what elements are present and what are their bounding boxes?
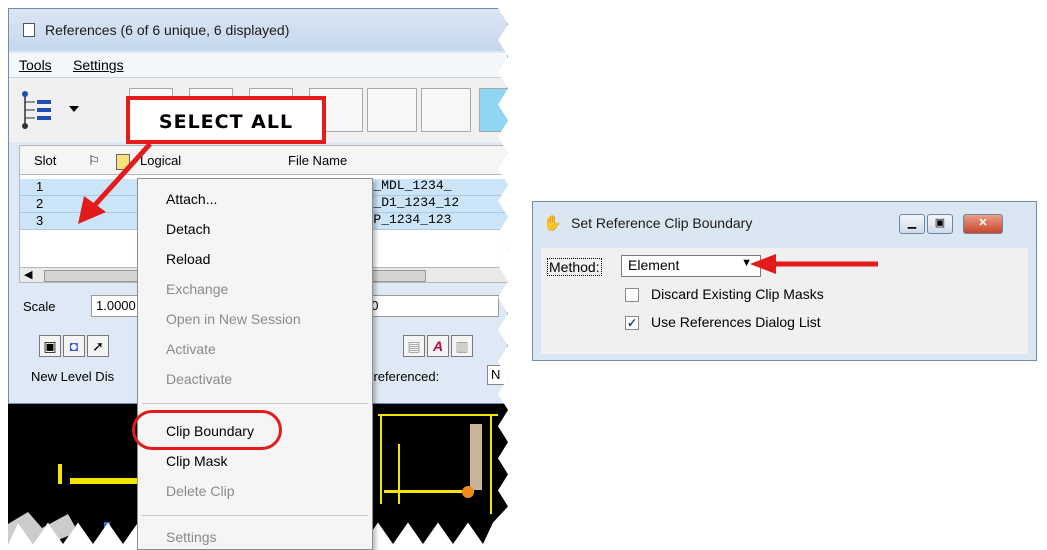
use-references-list-label: Use References Dialog List bbox=[651, 314, 821, 330]
menu-item-clip-mask[interactable]: Clip Mask bbox=[166, 453, 227, 469]
scale-label: Scale bbox=[23, 299, 56, 314]
hand-icon: ✋ bbox=[543, 215, 562, 232]
references-titlebar[interactable]: References (6 of 6 unique, 6 displayed) bbox=[9, 9, 507, 51]
menu-separator bbox=[142, 515, 368, 516]
menu-tools[interactable]: Tools bbox=[19, 57, 52, 73]
row-slot: 3 bbox=[36, 213, 44, 228]
menu-item-open-new-session[interactable]: Open in New Session bbox=[166, 311, 301, 327]
menu-item-delete-clip[interactable]: Delete Clip bbox=[166, 483, 234, 499]
tree-list-icon[interactable] bbox=[17, 88, 87, 132]
scale-input-2[interactable]: 00 bbox=[359, 295, 499, 317]
method-arrow bbox=[750, 254, 878, 274]
menu-item-activate[interactable]: Activate bbox=[166, 341, 216, 357]
window-title: References (6 of 6 unique, 6 displayed) bbox=[45, 22, 290, 38]
level-icon[interactable]: ▤ bbox=[403, 335, 425, 357]
new-level-display-label: New Level Dis bbox=[31, 369, 115, 384]
row-slot: 2 bbox=[36, 196, 44, 211]
column-file-name[interactable]: File Name bbox=[288, 153, 347, 168]
annotation-icon[interactable]: ▥ bbox=[451, 335, 473, 357]
toolbar-button[interactable] bbox=[479, 88, 508, 132]
menu-item-attach[interactable]: Attach... bbox=[166, 191, 217, 207]
method-dropdown[interactable]: Element ▼ bbox=[621, 255, 761, 277]
select-all-callout: SELECT ALL bbox=[126, 96, 326, 144]
callout-arrow bbox=[78, 142, 152, 224]
menu-settings[interactable]: Settings bbox=[73, 57, 124, 73]
column-slot[interactable]: Slot bbox=[34, 153, 56, 168]
menu-item-deactivate[interactable]: Deactivate bbox=[166, 371, 232, 387]
maximize-icon[interactable]: ▣ bbox=[927, 214, 953, 234]
menu-item-reload[interactable]: Reload bbox=[166, 251, 210, 267]
callout-text: SELECT ALL bbox=[158, 111, 294, 133]
dialog-title: Set Reference Clip Boundary bbox=[571, 215, 753, 231]
toolbar-button[interactable] bbox=[367, 88, 417, 132]
locate-icon[interactable]: ◘ bbox=[63, 335, 85, 357]
discard-clip-masks-checkbox[interactable] bbox=[625, 288, 639, 302]
row-slot: 1 bbox=[36, 179, 44, 194]
clip-boundary-dialog: ✋ Set Reference Clip Boundary ▁ ▣ ✕ Meth… bbox=[532, 201, 1037, 361]
menu-item-settings[interactable]: Settings bbox=[166, 529, 217, 545]
toolbar-button[interactable] bbox=[421, 88, 471, 132]
pointer-icon[interactable]: ➚ bbox=[87, 335, 109, 357]
menu-item-exchange[interactable]: Exchange bbox=[166, 281, 228, 297]
method-value: Element bbox=[628, 257, 680, 273]
menu-item-detach[interactable]: Detach bbox=[166, 221, 210, 237]
method-label: Method: bbox=[547, 258, 602, 276]
clip-boundary-highlight bbox=[132, 410, 282, 450]
context-menu: Attach... Detach Reload Exchange Open in… bbox=[137, 178, 373, 550]
close-icon[interactable]: ✕ bbox=[963, 214, 1003, 234]
display-icon[interactable]: ▣ bbox=[39, 335, 61, 357]
dropdown-arrow-icon bbox=[69, 106, 79, 112]
discard-clip-masks-label: Discard Existing Clip Masks bbox=[651, 286, 824, 302]
use-references-list-checkbox[interactable]: ✓ bbox=[625, 316, 639, 330]
menu-separator bbox=[142, 403, 368, 404]
scroll-left-icon[interactable]: ◀ bbox=[24, 268, 32, 281]
georeferenced-value[interactable]: N bbox=[487, 365, 508, 385]
text-style-icon[interactable]: A bbox=[427, 335, 449, 357]
menubar: Tools Settings bbox=[9, 53, 507, 77]
minimize-icon[interactable]: ▁ bbox=[899, 214, 925, 234]
document-icon bbox=[23, 23, 35, 37]
